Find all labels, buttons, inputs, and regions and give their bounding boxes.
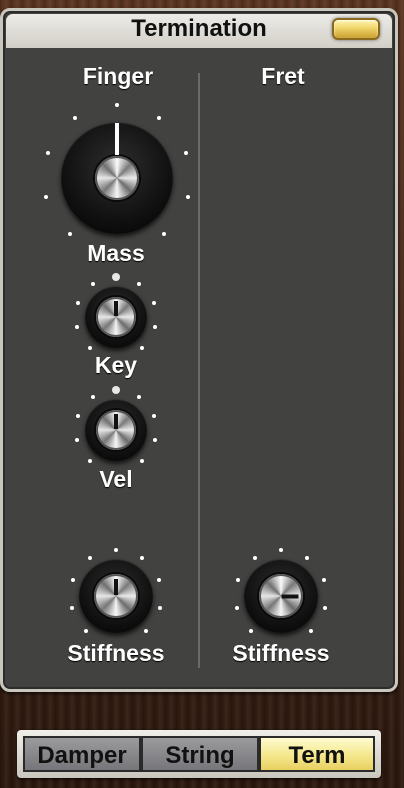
- knob-scale-dot: [234, 605, 239, 610]
- knob-scale-dot: [151, 301, 156, 306]
- knob-scale-dot: [152, 325, 157, 330]
- knob-scale-dot: [44, 194, 49, 199]
- knob-scale-dot: [73, 116, 78, 121]
- knob-scale-dot: [46, 151, 51, 156]
- tab-damper[interactable]: Damper: [23, 736, 141, 772]
- section-tab-bar: Damper String Term: [17, 730, 381, 778]
- knob-scale-dot: [115, 103, 119, 107]
- knob-scale-dot: [139, 345, 144, 350]
- knob-scale-dot: [158, 605, 163, 610]
- knob-pointer: [114, 301, 118, 316]
- knob-scale-dot: [322, 578, 327, 583]
- knob-scale-dot: [87, 556, 92, 561]
- tab-string[interactable]: String: [141, 736, 259, 772]
- knob-scale-dot: [183, 151, 188, 156]
- knob-scale-dot: [185, 194, 190, 199]
- knob-scale-dot: [249, 629, 254, 634]
- knob-pointer: [115, 123, 119, 155]
- knob-scale-dot: [75, 438, 80, 443]
- knob-scale-dot: [323, 605, 328, 610]
- knob-scale-dot: [68, 231, 73, 236]
- key-label: Key: [94, 352, 138, 378]
- knob-scale-dot: [151, 414, 156, 419]
- finger-stiffness-label: Stiffness: [67, 640, 165, 666]
- finger-column-heading: Finger: [82, 63, 154, 89]
- knob-scale-dot: [88, 458, 93, 463]
- knob-scale-dot: [136, 395, 141, 400]
- knob-scale-dot: [69, 605, 74, 610]
- knob-scale-dot: [84, 629, 89, 634]
- termination-panel: Termination Finger Fret Mass Key Vel Sti…: [0, 8, 398, 692]
- knob-scale-dot: [161, 231, 166, 236]
- knob-scale-dot: [305, 556, 310, 561]
- knob-scale-dot: [76, 414, 81, 419]
- knob-scale-dot: [143, 629, 148, 634]
- knob-scale-dot: [75, 325, 80, 330]
- panel-title-bar: Termination: [6, 14, 392, 48]
- knob-scale-dot: [139, 458, 144, 463]
- knob-scale-dot: [114, 548, 118, 552]
- fret-column-heading: Fret: [261, 63, 305, 89]
- knob-scale-dot: [136, 282, 141, 287]
- knob-scale-dot: [88, 345, 93, 350]
- knob-scale-dot: [152, 438, 157, 443]
- mass-label: Mass: [87, 240, 145, 266]
- knob-scale-dot: [112, 273, 120, 281]
- tab-term[interactable]: Term: [259, 736, 375, 772]
- knob-pointer: [114, 414, 118, 429]
- knob-scale-dot: [157, 578, 162, 583]
- knob-scale-dot: [279, 548, 283, 552]
- knob-cap: [95, 156, 139, 200]
- vel-label: Vel: [99, 466, 133, 492]
- knob-scale-dot: [156, 116, 161, 121]
- enable-led-button[interactable]: [332, 18, 380, 40]
- column-divider: [198, 73, 200, 668]
- knob-scale-dot: [91, 395, 96, 400]
- knob-scale-dot: [70, 578, 75, 583]
- knob-scale-dot: [140, 556, 145, 561]
- knob-pointer: [282, 594, 299, 598]
- fret-stiffness-label: Stiffness: [232, 640, 330, 666]
- knob-pointer: [114, 578, 118, 595]
- knob-scale-dot: [308, 629, 313, 634]
- knob-scale-dot: [112, 386, 120, 394]
- knob-scale-dot: [235, 578, 240, 583]
- knob-scale-dot: [252, 556, 257, 561]
- knob-scale-dot: [76, 301, 81, 306]
- knob-scale-dot: [91, 282, 96, 287]
